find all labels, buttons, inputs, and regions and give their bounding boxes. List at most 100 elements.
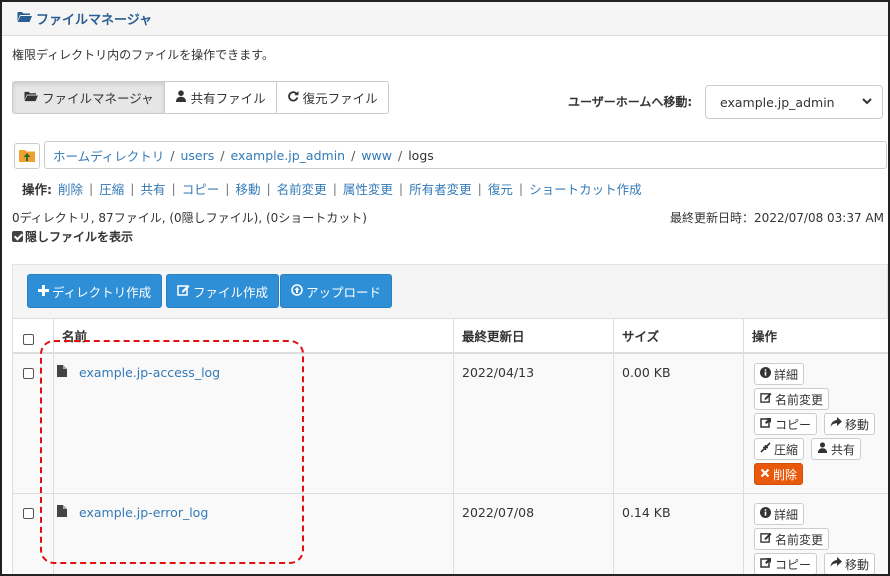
detail-label: 詳細	[774, 507, 799, 522]
breadcrumb-separator: /	[170, 147, 175, 163]
copy-icon	[760, 557, 772, 571]
panel-header: ファイルマネージャ	[2, 2, 888, 36]
op-share[interactable]: 共有	[140, 179, 165, 198]
page-description: 権限ディレクトリ内のファイルを操作できます。	[12, 48, 274, 62]
parent-directory-button[interactable]	[14, 143, 40, 169]
breadcrumb-home[interactable]: ホームディレクトリ	[53, 146, 164, 165]
create-directory-button[interactable]: ディレクトリ作成	[27, 274, 163, 308]
share-label: 共有	[831, 442, 856, 457]
move-button[interactable]: 移動	[824, 413, 876, 435]
home-move-label: ユーザーホームへ移動:	[568, 95, 693, 109]
row-actions-cell: 詳細 名前変更 コピー 移動 圧縮 共有 削除	[743, 354, 888, 493]
file-size: 0.00 KB	[622, 365, 671, 380]
header-actions: 操作	[743, 319, 888, 352]
op-divider: |	[171, 181, 176, 196]
table-row: example.jp-access_log 2022/04/13 0.00 KB…	[13, 354, 888, 494]
move-button[interactable]: 移動	[824, 553, 876, 574]
row-actions-cell: 詳細 名前変更 コピー 移動	[743, 494, 888, 574]
row-checkbox[interactable]	[23, 368, 34, 379]
create-directory-label: ディレクトリ作成	[52, 284, 152, 300]
tab-restore-files[interactable]: 復元ファイル	[276, 82, 388, 113]
op-divider: |	[89, 181, 94, 196]
edit-icon	[177, 284, 190, 299]
rename-label: 名前変更	[775, 532, 824, 547]
show-hidden-toggle[interactable]: 隠しファイルを表示	[12, 228, 133, 245]
tab-shared-files[interactable]: 共有ファイル	[164, 82, 277, 113]
file-icon	[57, 505, 67, 520]
copy-button[interactable]: コピー	[754, 413, 818, 435]
breadcrumb-current: logs	[408, 147, 434, 163]
breadcrumb: ホームディレクトリ / users / example.jp_admin / w…	[44, 141, 887, 169]
copy-label: コピー	[775, 417, 812, 432]
op-change-owner[interactable]: 所有者変更	[409, 179, 472, 198]
op-divider: |	[225, 181, 230, 196]
table-row: example.jp-error_log 2022/07/08 0.14 KB …	[13, 494, 888, 574]
compress-button[interactable]: 圧縮	[754, 438, 805, 460]
breadcrumb-admin[interactable]: example.jp_admin	[230, 148, 345, 163]
detail-button[interactable]: 詳細	[754, 363, 805, 385]
op-move[interactable]: 移動	[235, 179, 260, 198]
row-modified-cell: 2022/07/08	[453, 494, 613, 574]
move-label: 移動	[845, 557, 870, 572]
refresh-icon	[287, 90, 299, 105]
row-modified-cell: 2022/04/13	[453, 354, 613, 493]
op-divider: |	[477, 181, 482, 196]
compress-label: 圧縮	[774, 442, 799, 457]
info-icon	[760, 367, 771, 381]
share-button[interactable]: 共有	[811, 438, 862, 460]
edit-icon	[760, 392, 772, 406]
header-size[interactable]: サイズ	[613, 319, 743, 352]
share-arrow-icon	[830, 417, 842, 431]
header-name[interactable]: 名前	[53, 319, 453, 352]
op-restore[interactable]: 復元	[488, 179, 513, 198]
op-change-attributes[interactable]: 属性変更	[343, 179, 393, 198]
op-create-shortcut[interactable]: ショートカット作成	[529, 179, 642, 198]
breadcrumb-www[interactable]: www	[361, 148, 392, 163]
show-hidden-label: 隠しファイルを表示	[25, 230, 134, 244]
compress-icon	[760, 442, 771, 456]
file-modified: 2022/07/08	[462, 505, 535, 520]
row-checkbox[interactable]	[23, 508, 34, 519]
last-updated: 最終更新日時：2022/07/08 03:37 AM	[670, 211, 884, 225]
folder-open-icon	[23, 90, 38, 105]
file-size: 0.14 KB	[622, 505, 671, 520]
panel-title: ファイルマネージャ	[36, 13, 153, 28]
row-size-cell: 0.14 KB	[613, 494, 743, 574]
delete-button[interactable]: 削除	[754, 463, 804, 485]
header-modified[interactable]: 最終更新日	[453, 319, 613, 352]
file-toolbar: ディレクトリ作成 ファイル作成 アップロード	[12, 264, 888, 318]
select-all-checkbox[interactable]	[23, 334, 34, 345]
file-table: 名前 最終更新日 サイズ 操作 example.jp-access_log 20…	[12, 318, 888, 574]
breadcrumb-separator: /	[351, 147, 356, 163]
header-select-cell	[13, 319, 53, 352]
copy-button[interactable]: コピー	[754, 553, 818, 574]
delete-label: 削除	[773, 467, 798, 482]
rename-button[interactable]: 名前変更	[754, 388, 830, 410]
op-delete[interactable]: 削除	[58, 179, 83, 198]
op-copy[interactable]: コピー	[182, 179, 220, 198]
op-compress[interactable]: 圧縮	[99, 179, 124, 198]
chevron-down-icon	[861, 95, 873, 110]
file-link[interactable]: example.jp-access_log	[79, 365, 220, 380]
share-arrow-icon	[830, 557, 842, 571]
tab-file-manager-label: ファイルマネージャ	[42, 91, 154, 106]
op-rename[interactable]: 名前変更	[277, 179, 327, 198]
upload-button[interactable]: アップロード	[280, 274, 393, 308]
create-file-button[interactable]: ファイル作成	[166, 274, 280, 308]
file-link[interactable]: example.jp-error_log	[79, 505, 208, 520]
tab-shared-files-label: 共有ファイル	[190, 91, 266, 106]
user-icon	[817, 442, 828, 456]
edit-icon	[760, 532, 772, 546]
row-size-cell: 0.00 KB	[613, 354, 743, 493]
show-hidden-checkbox[interactable]	[12, 231, 23, 242]
row-select-cell	[13, 494, 53, 574]
op-divider: |	[266, 181, 271, 196]
home-select[interactable]: example.jp_admin	[705, 85, 883, 119]
rename-button[interactable]: 名前変更	[754, 528, 830, 550]
tab-file-manager[interactable]: ファイルマネージャ	[13, 82, 165, 113]
copy-icon	[760, 417, 772, 431]
detail-button[interactable]: 詳細	[754, 503, 805, 525]
plus-icon	[38, 284, 49, 299]
detail-label: 詳細	[774, 367, 799, 382]
breadcrumb-users[interactable]: users	[180, 148, 214, 163]
